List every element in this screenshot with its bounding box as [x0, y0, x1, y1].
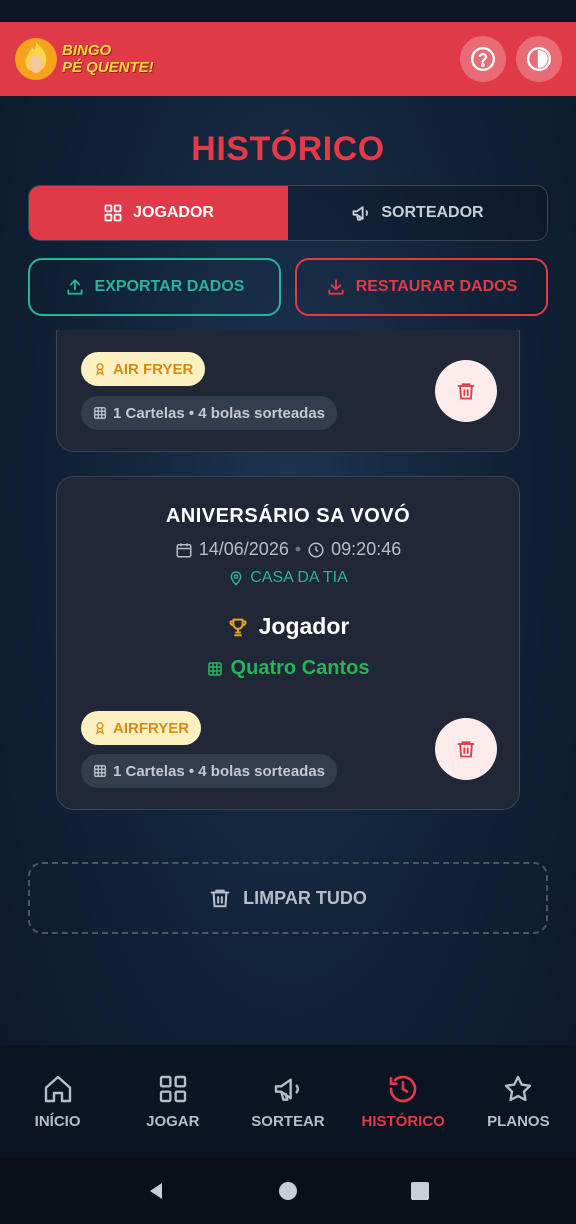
summary-label: 1 Cartelas • 4 bolas sorteadas — [113, 404, 326, 422]
history-tabs: JOGADOR SORTEADOR — [28, 185, 548, 241]
clock-icon — [308, 542, 324, 557]
trash-icon — [210, 889, 230, 908]
prize-badge: AIR FRYER — [81, 352, 206, 386]
home-icon — [44, 1075, 71, 1102]
trash-icon — [457, 741, 475, 758]
logo-line1: BINGO — [62, 42, 112, 59]
game-date: 14/06/2026 — [198, 539, 289, 559]
bottom-nav: INÍCIO JOGAR SORTEAR HISTÓRICO PLANOS — [0, 1045, 576, 1157]
game-location: CASA DA TIA — [57, 569, 519, 587]
location-label: CASA DA TIA — [250, 569, 348, 586]
nav-label: PLANOS — [487, 1112, 550, 1130]
prize-badge: AIRFRYER — [81, 711, 202, 745]
tab-sorteador-label: SORTEADOR — [381, 204, 484, 221]
game-title: ANIVERSÁRIO SA VOVÓ — [165, 505, 411, 527]
award-icon — [96, 363, 104, 376]
award-icon — [96, 722, 104, 735]
summary-pill: 1 Cartelas • 4 bolas sorteadas — [81, 754, 338, 788]
restore-data-button[interactable]: RESTAURAR DADOS — [295, 258, 548, 316]
nav-label: INÍCIO — [34, 1112, 81, 1130]
map-pin-icon — [230, 571, 242, 586]
nav-item-planos[interactable]: PLANOS — [463, 1073, 573, 1130]
table-grid-icon — [94, 765, 106, 777]
table-grid-icon — [94, 407, 106, 419]
trophy-icon — [229, 618, 247, 636]
megaphone-icon — [352, 206, 369, 221]
recents-icon[interactable] — [408, 1179, 432, 1203]
system-nav-bar — [0, 1157, 576, 1224]
datetime-separator: • — [294, 539, 302, 559]
trash-icon — [457, 383, 475, 400]
logo-line2: PÉ QUENTE! — [62, 59, 154, 76]
clear-all-label: LIMPAR TUDO — [243, 887, 367, 908]
grid-icon — [159, 1075, 186, 1102]
app-logo[interactable]: BINGO PÉ QUENTE! — [14, 37, 154, 81]
star-icon — [505, 1075, 532, 1101]
export-data-button[interactable]: EXPORTAR DADOS — [28, 258, 281, 316]
back-icon[interactable] — [144, 1179, 168, 1203]
upload-icon — [66, 279, 83, 295]
status-bar — [0, 0, 576, 22]
nav-item-inicio[interactable]: INÍCIO — [3, 1073, 113, 1130]
home-circle-icon[interactable] — [276, 1179, 300, 1203]
nav-label: JOGAR — [146, 1112, 200, 1130]
megaphone-icon — [274, 1077, 299, 1101]
summary-pill: 1 Cartelas • 4 bolas sorteadas — [81, 396, 338, 430]
prize-label: AIR FRYER — [113, 360, 194, 378]
export-data-label: EXPORTAR DADOS — [94, 278, 245, 295]
help-button[interactable] — [460, 36, 506, 82]
calendar-icon — [176, 542, 192, 557]
help-circle-icon — [470, 46, 496, 72]
history-card: ANIVERSÁRIO SA VOVÓ 14/06/2026 • 09:20:4… — [56, 476, 520, 810]
delete-button[interactable] — [435, 360, 497, 422]
restore-data-label: RESTAURAR DADOS — [355, 278, 518, 295]
summary-label: 1 Cartelas • 4 bolas sorteadas — [113, 762, 326, 780]
clear-all-button[interactable]: LIMPAR TUDO — [28, 862, 548, 934]
page-title: HISTÓRICO — [191, 130, 385, 168]
table-grid-icon — [207, 661, 222, 676]
tab-sorteador[interactable]: SORTEADOR — [288, 186, 547, 240]
foot-flame-icon — [15, 38, 57, 80]
theme-toggle-button[interactable] — [516, 36, 562, 82]
history-card: AIR FRYER 1 Cartelas • 4 bolas sorteadas — [56, 330, 520, 452]
pattern-row: Quatro Cantos — [57, 657, 519, 680]
winner-label: Jogador — [258, 613, 350, 639]
game-datetime: 14/06/2026 • 09:20:46 — [57, 539, 519, 560]
game-time: 09:20:46 — [331, 539, 402, 559]
download-icon — [328, 279, 344, 295]
nav-label: HISTÓRICO — [361, 1112, 445, 1130]
nav-item-historico[interactable]: HISTÓRICO — [348, 1073, 458, 1130]
grid-icon — [104, 204, 122, 222]
tab-jogador[interactable]: JOGADOR — [29, 186, 288, 240]
nav-item-jogar[interactable]: JOGAR — [118, 1073, 228, 1130]
pattern-label: Quatro Cantos — [230, 657, 370, 679]
history-icon — [389, 1075, 417, 1102]
prize-label: AIRFRYER — [113, 719, 190, 737]
app-header: BINGO PÉ QUENTE! — [0, 22, 576, 96]
nav-label: SORTEAR — [251, 1112, 325, 1130]
theme-toggle-icon — [526, 46, 552, 72]
nav-item-sortear[interactable]: SORTEAR — [233, 1073, 343, 1130]
delete-button[interactable] — [435, 718, 497, 780]
winner-row: Jogador — [57, 613, 519, 640]
tab-jogador-label: JOGADOR — [133, 204, 214, 221]
